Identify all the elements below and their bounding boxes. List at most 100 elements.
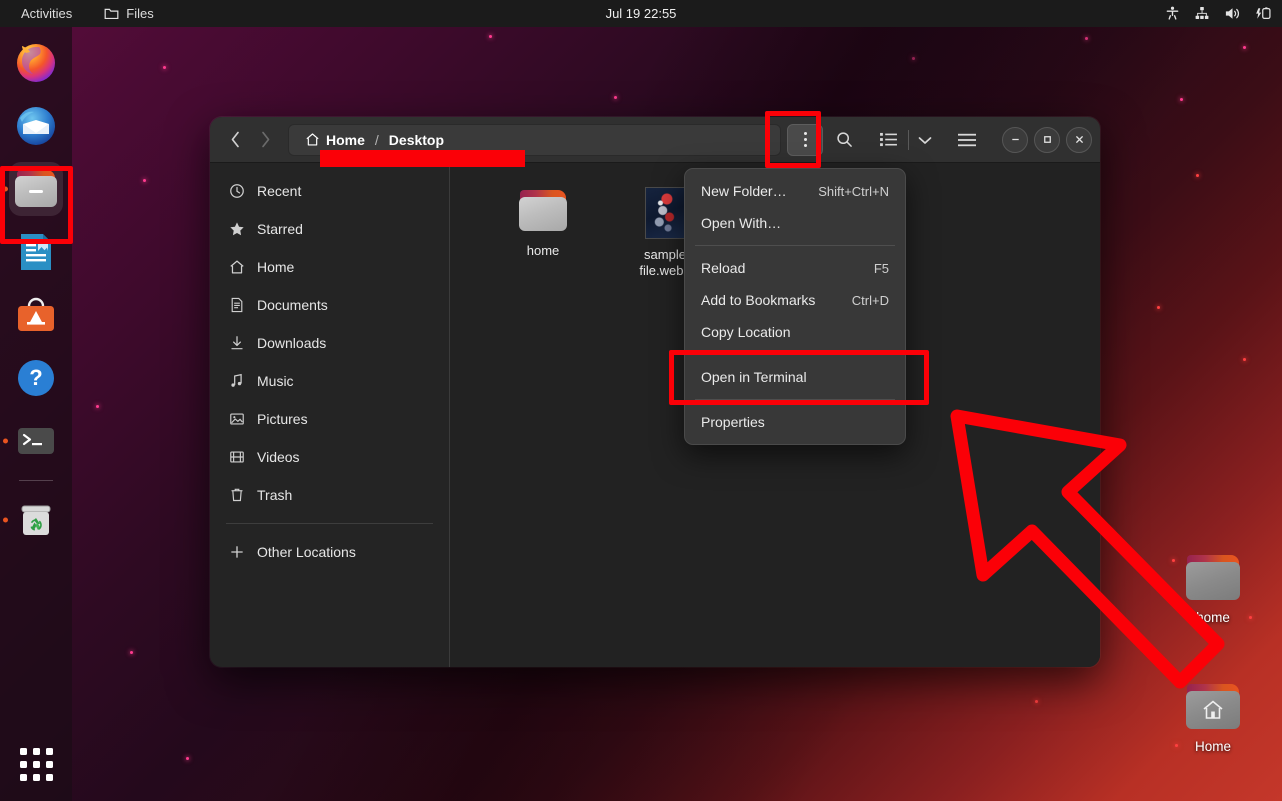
dock-item-files[interactable] xyxy=(9,162,63,216)
forward-button[interactable] xyxy=(250,125,280,155)
clock-button[interactable]: Jul 19 22:55 xyxy=(571,6,711,21)
menu-item-accel: Shift+Ctrl+N xyxy=(818,184,889,199)
network-icon[interactable] xyxy=(1194,6,1210,21)
menu-item-open-with[interactable]: Open With… xyxy=(685,207,905,239)
app-menu-button[interactable]: Files xyxy=(97,3,160,24)
breadcrumb-desktop[interactable]: Desktop xyxy=(383,130,450,150)
home-folder-icon xyxy=(1184,681,1242,733)
sidebar-label: Home xyxy=(257,259,294,275)
sidebar-item-downloads[interactable]: Downloads xyxy=(218,324,441,362)
file-label: home xyxy=(502,243,584,259)
breadcrumb-desktop-label: Desktop xyxy=(389,132,444,148)
menu-item-properties[interactable]: Properties xyxy=(685,406,905,438)
sidebar-item-home[interactable]: Home xyxy=(218,248,441,286)
menu-item-label: New Folder… xyxy=(701,183,787,199)
sidebar-label: Starred xyxy=(257,221,303,237)
hamburger-menu-button[interactable] xyxy=(950,124,984,156)
close-button[interactable] xyxy=(1066,127,1092,153)
sidebar-item-starred[interactable]: Starred xyxy=(218,210,441,248)
dock-item-thunderbird[interactable] xyxy=(9,99,63,153)
running-indicator xyxy=(3,518,8,523)
sidebar-label: Pictures xyxy=(257,411,308,427)
gnome-top-bar: Activities Files Jul 19 22:55 xyxy=(0,0,1282,27)
window-header-bar: Home / Desktop xyxy=(210,117,1100,163)
firefox-icon xyxy=(14,41,58,85)
sidebar-item-pictures[interactable]: Pictures xyxy=(218,400,441,438)
sidebar-item-other-locations[interactable]: Other Locations xyxy=(218,533,441,571)
search-button[interactable] xyxy=(827,124,861,156)
files-icon xyxy=(14,167,58,211)
menu-item-new-folder[interactable]: New Folder… Shift+Ctrl+N xyxy=(685,175,905,207)
download-icon xyxy=(228,335,245,352)
help-icon: ? xyxy=(14,356,58,400)
svg-text:?: ? xyxy=(29,365,42,390)
activities-button[interactable]: Activities xyxy=(14,3,79,24)
file-item-folder[interactable]: home xyxy=(500,181,586,285)
image-icon xyxy=(228,411,245,428)
menu-item-copy-location[interactable]: Copy Location xyxy=(685,316,905,348)
menu-item-accel: Ctrl+D xyxy=(852,293,889,308)
sidebar-label: Recent xyxy=(257,183,301,199)
document-icon xyxy=(228,297,245,314)
home-icon xyxy=(305,132,320,147)
thunderbird-icon xyxy=(14,104,58,148)
dock-item-trash[interactable] xyxy=(9,493,63,547)
sidebar-item-music[interactable]: Music xyxy=(218,362,441,400)
menu-item-label: Add to Bookmarks xyxy=(701,292,815,308)
volume-icon[interactable] xyxy=(1224,6,1241,21)
ubuntu-software-icon xyxy=(14,293,58,337)
sidebar-item-recent[interactable]: Recent xyxy=(218,172,441,210)
app-menu-label: Files xyxy=(126,6,153,21)
clock-icon xyxy=(228,183,245,200)
places-sidebar: Recent Starred Home Documents xyxy=(210,163,450,667)
menu-item-label: Properties xyxy=(701,414,765,430)
sidebar-item-trash[interactable]: Trash xyxy=(218,476,441,514)
context-menu: New Folder… Shift+Ctrl+N Open With… Relo… xyxy=(684,168,906,445)
sidebar-label: Other Locations xyxy=(257,544,356,560)
show-applications-button[interactable] xyxy=(9,737,63,791)
image-thumbnail xyxy=(645,187,685,239)
breadcrumb-home-label: Home xyxy=(326,132,365,148)
minimize-button[interactable] xyxy=(1002,127,1028,153)
sidebar-label: Downloads xyxy=(257,335,326,351)
dock-item-help[interactable]: ? xyxy=(9,351,63,405)
dock-item-libreoffice-writer[interactable] xyxy=(9,225,63,279)
sidebar-label: Documents xyxy=(257,297,328,313)
accessibility-icon[interactable] xyxy=(1165,6,1180,21)
dock-item-ubuntu-software[interactable] xyxy=(9,288,63,342)
desktop-icon-home[interactable]: Home xyxy=(1167,681,1259,754)
menu-item-label: Copy Location xyxy=(701,324,791,340)
dock-separator xyxy=(19,480,53,481)
trash-icon xyxy=(228,487,245,504)
battery-icon[interactable] xyxy=(1255,6,1272,21)
breadcrumb-home[interactable]: Home xyxy=(299,130,371,150)
film-icon xyxy=(228,449,245,466)
folder-icon xyxy=(1184,552,1242,604)
dock-item-terminal[interactable] xyxy=(9,414,63,468)
view-options-button[interactable] xyxy=(912,124,938,156)
menu-separator xyxy=(695,245,895,246)
maximize-button[interactable] xyxy=(1034,127,1060,153)
sidebar-item-documents[interactable]: Documents xyxy=(218,286,441,324)
dock-item-firefox[interactable] xyxy=(9,36,63,90)
sidebar-label: Trash xyxy=(257,487,292,503)
terminal-icon xyxy=(14,419,58,463)
desktop-icon-label: Home xyxy=(1167,739,1259,754)
files-window: Home / Desktop xyxy=(210,117,1100,667)
sidebar-item-videos[interactable]: Videos xyxy=(218,438,441,476)
running-indicator xyxy=(3,439,8,444)
desktop-icon-home-folder[interactable]: home xyxy=(1167,552,1259,625)
music-note-icon xyxy=(228,373,245,390)
view-list-button[interactable] xyxy=(871,124,905,156)
desktop-icon-label: home xyxy=(1167,610,1259,625)
menu-separator xyxy=(695,354,895,355)
back-button[interactable] xyxy=(220,125,250,155)
clock-label: Jul 19 22:55 xyxy=(606,6,677,21)
sidebar-divider xyxy=(226,523,433,524)
main-menu-button[interactable] xyxy=(787,124,823,156)
menu-item-reload[interactable]: Reload F5 xyxy=(685,252,905,284)
menu-item-add-to-bookmarks[interactable]: Add to Bookmarks Ctrl+D xyxy=(685,284,905,316)
menu-item-open-in-terminal[interactable]: Open in Terminal xyxy=(685,361,905,393)
folder-icon xyxy=(104,7,119,20)
breadcrumb-separator: / xyxy=(373,132,381,148)
